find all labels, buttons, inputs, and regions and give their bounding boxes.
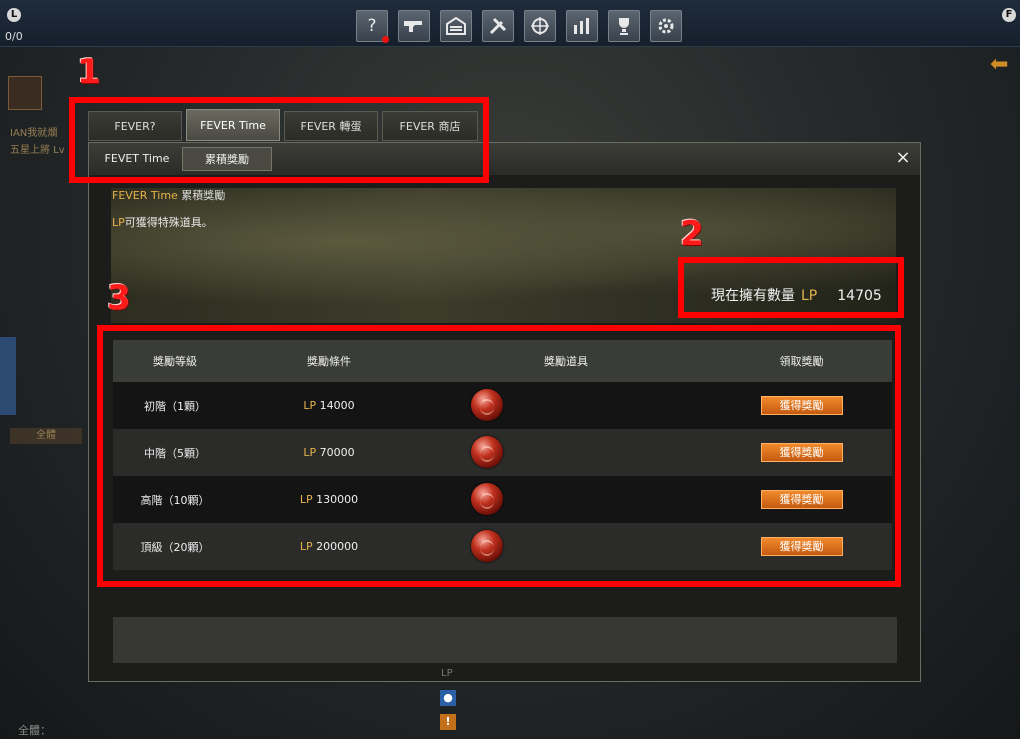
stats-icon[interactable] xyxy=(566,10,598,42)
side-expand-tab[interactable] xyxy=(0,337,16,415)
annotation-box-1 xyxy=(69,97,489,183)
left-badge-icon[interactable]: L xyxy=(7,8,21,22)
crosshair-icon[interactable] xyxy=(524,10,556,42)
player-rank-area xyxy=(8,76,42,110)
banner-title: FEVER Time 累積獎勵 xyxy=(112,187,225,203)
banner-sub-currency: LP xyxy=(112,216,125,229)
annotation-box-3 xyxy=(97,325,901,587)
banner-title-text: 累積獎勵 xyxy=(177,189,226,202)
back-arrow-icon[interactable]: ⬅ xyxy=(990,54,1016,76)
annotation-marker-1: 1 xyxy=(77,52,101,92)
annotation-box-2 xyxy=(678,257,904,318)
tools-icon[interactable] xyxy=(482,10,514,42)
player-counter: 0/0 xyxy=(5,30,23,43)
notification-dot xyxy=(382,36,389,43)
banner-title-highlight: FEVER Time xyxy=(112,189,178,202)
chat-all-button[interactable]: 全體 xyxy=(10,428,82,444)
annotation-marker-3: 3 xyxy=(107,278,131,318)
main-nav-icons: ? xyxy=(356,10,682,43)
warehouse-icon[interactable] xyxy=(440,10,472,42)
user-icon[interactable]: ● xyxy=(440,690,456,706)
annotation-marker-2: 2 xyxy=(680,214,704,254)
gun-icon[interactable] xyxy=(398,10,430,42)
warning-icon[interactable]: ! xyxy=(440,714,456,730)
trophy-icon[interactable] xyxy=(608,10,640,42)
banner-description: LP可獲得特殊道具。 xyxy=(112,214,213,230)
top-menu-bar: L 0/0 F ? xyxy=(0,0,1020,47)
close-button[interactable]: × xyxy=(892,147,914,169)
right-badge-icon[interactable]: F xyxy=(1002,8,1016,22)
player-rank: 五星上將 Lv xyxy=(10,145,65,156)
rank-star-icon xyxy=(8,76,42,110)
chat-channel-label: 全體： xyxy=(18,724,51,737)
bottom-lp-label: LP xyxy=(441,668,453,679)
help-icon[interactable]: ? xyxy=(356,10,389,43)
player-name: IAN我就爛 xyxy=(10,128,58,139)
settings-icon[interactable] xyxy=(650,10,682,42)
banner-sub-text: 可獲得特殊道具。 xyxy=(124,216,213,229)
panel-footer xyxy=(113,617,897,663)
